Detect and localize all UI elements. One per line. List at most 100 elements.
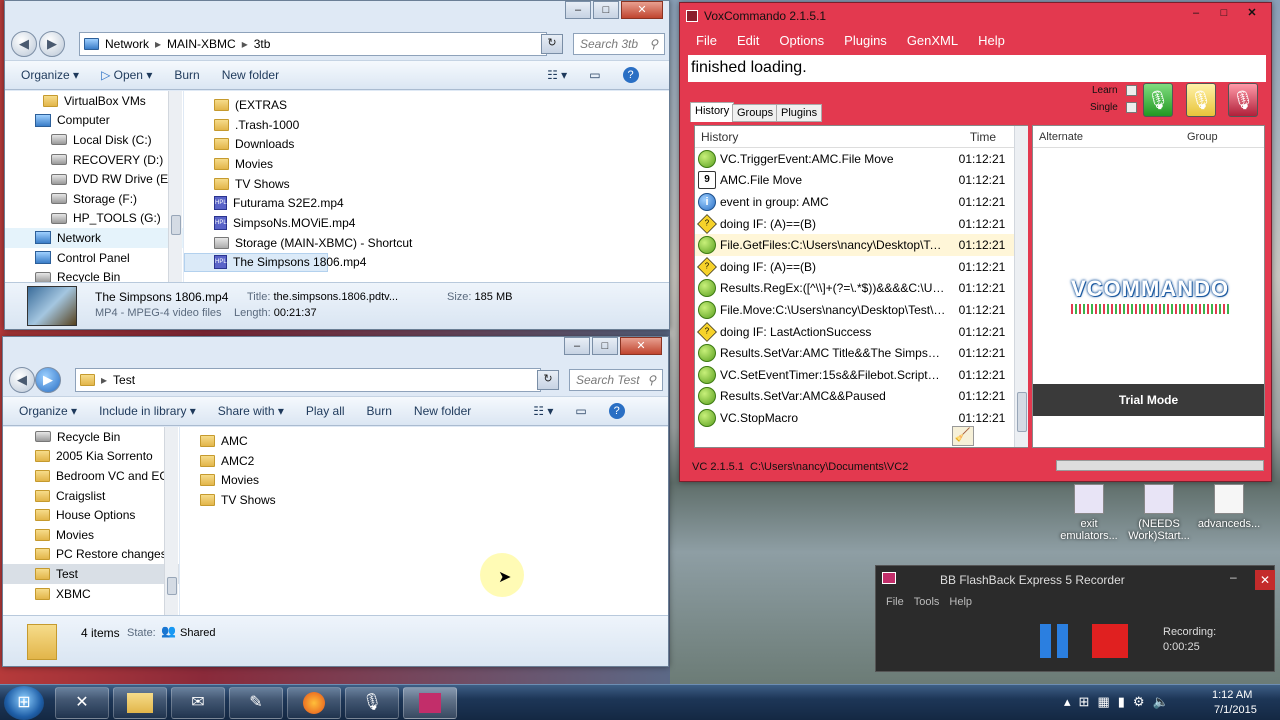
minimize-button[interactable]: –: [565, 1, 591, 19]
tab-plugins[interactable]: Plugins: [776, 104, 823, 122]
scroll-thumb[interactable]: [171, 215, 181, 235]
refresh-button[interactable]: ↻: [537, 370, 559, 390]
nav-scrollbar[interactable]: [164, 427, 178, 615]
nav-item[interactable]: VirtualBox VMs: [5, 91, 183, 111]
taskbar-app-xbmc[interactable]: ✕: [55, 687, 109, 719]
tab-history[interactable]: History: [690, 102, 735, 122]
nav-item[interactable]: Recycle Bin: [5, 267, 183, 282]
taskbar-app-notepad[interactable]: ✎: [229, 687, 283, 719]
explorer-window-top[interactable]: – □ ✕ ◀ ▶ Network ▸ MAIN-XBMC ▸ 3tb ↻ Sear…: [4, 0, 670, 330]
preview-pane-icon[interactable]: ▭: [575, 404, 586, 418]
menu-help[interactable]: Help: [949, 596, 972, 608]
nav-item[interactable]: DVD RW Drive (E:): [5, 169, 183, 189]
new-folder-button[interactable]: New folder: [222, 68, 279, 82]
organize-button[interactable]: Organize ▾: [19, 404, 77, 418]
start-button[interactable]: ⊞: [4, 686, 44, 720]
open-button[interactable]: ▷ Open ▾: [101, 68, 152, 82]
menu-options[interactable]: Options: [779, 33, 824, 48]
nav-item[interactable]: Control Panel: [5, 248, 183, 268]
file-item[interactable]: Downloads: [184, 134, 669, 154]
history-row[interactable]: ? doing IF: (A)==(B) 01:12:21: [695, 256, 1027, 278]
mic-off-button[interactable]: 🎙: [1228, 83, 1258, 117]
nav-item[interactable]: PC Restore changes: [3, 545, 179, 565]
nav-item[interactable]: Recycle Bin: [3, 427, 179, 447]
close-button[interactable]: ✕: [621, 1, 663, 19]
flashback-recorder-window[interactable]: BB FlashBack Express 5 Recorder – ✕ File…: [875, 565, 1275, 672]
time-column-header[interactable]: Time: [953, 130, 1013, 144]
history-row[interactable]: Results.RegEx:([^\\]+(?=\.*$))&&&&C:\Use…: [695, 278, 1027, 300]
desktop-shortcut[interactable]: advanceds...: [1194, 484, 1264, 530]
menu-genxml[interactable]: GenXML: [907, 33, 958, 48]
organize-button[interactable]: Organize ▾: [21, 68, 79, 82]
nav-item[interactable]: Storage (F:): [5, 189, 183, 209]
nav-item[interactable]: Network: [5, 228, 183, 248]
maximize-button[interactable]: □: [592, 337, 618, 355]
learn-checkbox[interactable]: [1126, 85, 1137, 96]
maximize-button[interactable]: □: [593, 1, 619, 19]
desktop-shortcut[interactable]: exit emulators...: [1054, 484, 1124, 542]
volume-icon[interactable]: 🔈: [1153, 694, 1169, 710]
file-item[interactable]: HPL SimpsoNs.MOViE.mp4: [184, 213, 669, 233]
close-button[interactable]: ✕: [1239, 5, 1265, 23]
stop-button[interactable]: [1092, 624, 1128, 658]
new-folder-button[interactable]: New folder: [414, 404, 471, 418]
back-button[interactable]: ◀: [11, 31, 37, 57]
forward-button[interactable]: ▶: [35, 367, 61, 393]
taskbar-app-flashback[interactable]: [403, 687, 457, 719]
tab-groups[interactable]: Groups: [732, 104, 779, 122]
menu-plugins[interactable]: Plugins: [844, 33, 887, 48]
file-item-selected[interactable]: HPL The Simpsons 1806.mp4: [184, 252, 366, 273]
minimize-button[interactable]: –: [1230, 570, 1237, 584]
single-checkbox[interactable]: [1126, 102, 1137, 113]
file-item[interactable]: (EXTRAS: [184, 95, 669, 115]
include-in-library-button[interactable]: Include in library ▾: [99, 404, 196, 418]
clock-time[interactable]: 1:12 AM: [1212, 689, 1252, 701]
history-row[interactable]: VC.StopMacro 01:12:21: [695, 407, 1027, 429]
search-input[interactable]: Search Test ⚲: [569, 369, 663, 391]
tray-app-icon[interactable]: ▦: [1097, 694, 1109, 710]
history-column-header[interactable]: History: [695, 130, 953, 144]
windows-icon[interactable]: ⊞: [1079, 694, 1090, 710]
view-options-icon[interactable]: ☷ ▾: [547, 68, 567, 82]
file-item[interactable]: Movies: [184, 154, 669, 174]
nav-item[interactable]: Craigslist: [3, 486, 179, 506]
nav-item[interactable]: Bedroom VC and EG: [3, 466, 179, 486]
scroll-thumb[interactable]: [167, 577, 177, 595]
nav-item[interactable]: 2005 Kia Sorrento: [3, 447, 179, 467]
desktop-shortcut[interactable]: (NEEDS Work)Start...: [1124, 484, 1194, 542]
file-item[interactable]: AMC: [180, 431, 668, 451]
taskbar-app-explorer[interactable]: [113, 687, 167, 719]
address-bar[interactable]: Network ▸ MAIN-XBMC ▸ 3tb: [79, 32, 547, 56]
network-icon[interactable]: ▮: [1118, 694, 1125, 710]
clear-history-icon[interactable]: 🧹: [952, 426, 974, 446]
back-button[interactable]: ◀: [9, 367, 35, 393]
nav-scrollbar[interactable]: [168, 91, 182, 282]
address-segment[interactable]: 3tb: [254, 37, 271, 51]
mic-on-button[interactable]: 🎙: [1143, 83, 1173, 117]
menu-tools[interactable]: Tools: [914, 596, 940, 608]
scroll-thumb[interactable]: [1017, 392, 1027, 432]
file-item[interactable]: .Trash-1000: [184, 115, 669, 135]
voxcommando-window[interactable]: VoxCommando 2.1.5.1 – □ ✕ File Edit Opti…: [679, 2, 1272, 482]
close-button[interactable]: ✕: [1255, 570, 1275, 590]
show-hidden-icons[interactable]: ▴: [1064, 694, 1071, 710]
alternate-column-header[interactable]: Alternate: [1033, 131, 1183, 143]
taskbar-app-firefox[interactable]: [287, 687, 341, 719]
history-row[interactable]: VC.SetEventTimer:15s&&Filebot.Scripted.F…: [695, 364, 1027, 386]
clock-date[interactable]: 7/1/2015: [1214, 704, 1257, 716]
menu-edit[interactable]: Edit: [737, 33, 759, 48]
burn-button[interactable]: Burn: [174, 68, 199, 82]
burn-button[interactable]: Burn: [367, 404, 392, 418]
menu-file[interactable]: File: [886, 596, 904, 608]
maximize-button[interactable]: □: [1211, 5, 1237, 23]
nav-item[interactable]: HP_TOOLS (G:): [5, 209, 183, 229]
history-row[interactable]: Results.SetVar:AMC&&Paused 01:12:21: [695, 386, 1027, 408]
taskbar-app-thunderbird[interactable]: ✉: [171, 687, 225, 719]
menu-file[interactable]: File: [696, 33, 717, 48]
file-item[interactable]: HPL Futurama S2E2.mp4: [184, 193, 669, 213]
refresh-button[interactable]: ↻: [541, 34, 563, 54]
minimize-button[interactable]: –: [564, 337, 590, 355]
address-bar[interactable]: ▸ Test: [75, 368, 541, 392]
address-segment[interactable]: Network: [105, 37, 149, 51]
history-row[interactable]: VC.TriggerEvent:AMC.File Move 01:12:21: [695, 148, 1027, 170]
